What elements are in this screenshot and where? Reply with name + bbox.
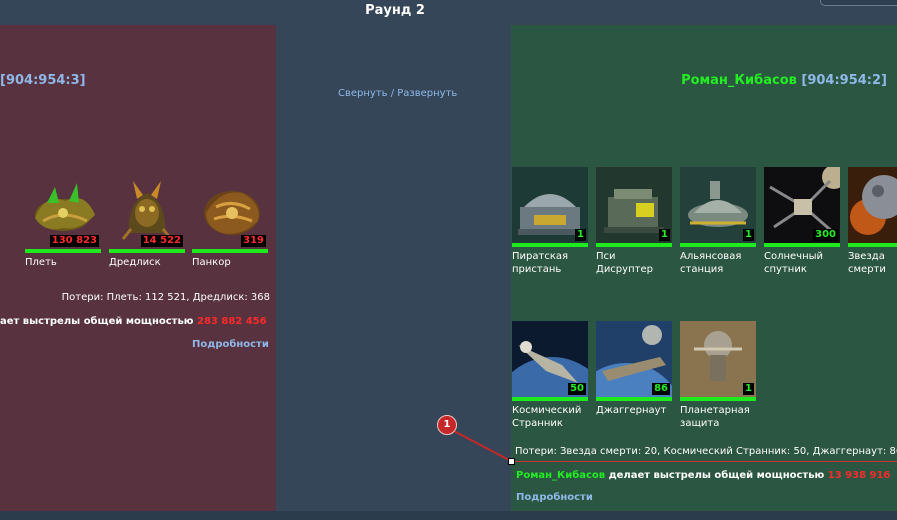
unit-health-bar <box>680 397 756 401</box>
left-unit-plet[interactable]: 130 823 Плеть <box>25 173 101 269</box>
right-player-name[interactable]: Роман_Кибасов <box>681 73 797 88</box>
left-details-link[interactable]: Подробности <box>192 339 269 350</box>
alliance-station-icon: 1 <box>680 167 756 243</box>
unit-count: 319 <box>241 235 266 247</box>
juggernaut-icon: 86 <box>596 321 672 397</box>
bottom-bar <box>0 511 897 520</box>
left-unit-pankor[interactable]: 319 Панкор <box>192 173 268 269</box>
shots-power: 13 938 916 <box>827 470 891 481</box>
unit-health-bar <box>764 243 840 247</box>
planetary-defense-icon: 1 <box>680 321 756 397</box>
shots-text: ает выстрелы общей мощностью <box>0 316 194 327</box>
unit-health-bar <box>512 243 588 247</box>
dredlisk-unit-icon: 14 522 <box>109 173 185 249</box>
plet-unit-icon: 130 823 <box>25 173 101 249</box>
shots-power: 283 882 456 <box>197 316 267 327</box>
unit-health-bar <box>109 249 185 253</box>
solar-satellite-icon: 300 <box>764 167 840 243</box>
death-star-icon <box>848 167 897 243</box>
unit-name: Звезда смерти <box>848 251 886 275</box>
unit-count: 1 <box>743 229 754 241</box>
shots-player[interactable]: Роман_Кибасов <box>516 470 605 481</box>
shots-text: делает выстрелы общей мощностью <box>608 470 825 481</box>
annotation-anchor-dot <box>508 458 515 465</box>
unit-name: Панкор <box>192 257 231 268</box>
unit-name: Джаггернаут <box>596 405 667 416</box>
right-unit-death-star[interactable]: Звезда смерти <box>848 167 897 276</box>
right-unit-solar-satellite[interactable]: 300 Солнечный спутник <box>764 167 840 276</box>
annotation-marker: 1 <box>437 415 457 435</box>
collapse-expand-link[interactable]: Свернуть / Развернуть <box>338 88 457 99</box>
left-losses: Потери: Плеть: 112 521, Дредлиск: 368 <box>61 292 270 303</box>
unit-name: Альянсовая станция <box>680 251 742 275</box>
right-unit-pirate-dock[interactable]: 1 Пиратская пристань <box>512 167 588 276</box>
unit-name: Плеть <box>25 257 57 268</box>
right-unit-alliance-station[interactable]: 1 Альянсовая станция <box>680 167 756 276</box>
unit-count: 1 <box>575 229 586 241</box>
right-unit-psi-disruptor[interactable]: 1 Пси Дисруптер <box>596 167 672 276</box>
unit-health-bar <box>512 397 588 401</box>
right-unit-space-wanderer[interactable]: 50 Космический Странник <box>512 321 588 430</box>
unit-count: 130 823 <box>49 235 99 247</box>
unit-name: Пиратская пристань <box>512 251 569 275</box>
unit-name: Солнечный спутник <box>764 251 824 275</box>
unit-health-bar <box>596 397 672 401</box>
psi-disruptor-icon: 1 <box>596 167 672 243</box>
unit-count: 86 <box>652 383 670 395</box>
left-shots-line: ает выстрелы общей мощностью 283 882 456 <box>0 316 267 327</box>
left-side-panel: [904:954:3] 130 823 Плеть 14 522 Дредлис… <box>0 25 276 511</box>
unit-health-bar <box>680 243 756 247</box>
unit-count: 14 522 <box>140 235 183 247</box>
left-unit-dredlisk[interactable]: 14 522 Дредлиск <box>109 173 185 269</box>
right-shots-line: Роман_Кибасов делает выстрелы общей мощн… <box>516 470 890 481</box>
unit-health-bar <box>192 249 268 253</box>
unit-name: Дредлиск <box>109 257 161 268</box>
unit-health-bar <box>596 243 672 247</box>
unit-health-bar <box>848 243 897 247</box>
unit-count: 300 <box>813 229 838 241</box>
unit-count: 1 <box>659 229 670 241</box>
top-corner-frame <box>820 0 897 6</box>
unit-name: Планетарная защита <box>680 405 750 429</box>
unit-count: 50 <box>568 383 586 395</box>
right-details-link[interactable]: Подробности <box>516 492 593 503</box>
right-side-panel: Роман_Кибасов [904:954:2] 1 Пиратская пр… <box>511 25 897 511</box>
annotation-divider <box>511 461 897 462</box>
right-player-header: Роман_Кибасов [904:954:2] <box>681 73 887 88</box>
right-unit-juggernaut[interactable]: 86 Джаггернаут <box>596 321 672 417</box>
right-unit-planetary-defense[interactable]: 1 Планетарная защита <box>680 321 756 430</box>
right-losses: Потери: Звезда смерти: 20, Космический С… <box>515 446 897 457</box>
space-wanderer-icon: 50 <box>512 321 588 397</box>
pirate-dock-icon: 1 <box>512 167 588 243</box>
unit-name: Пси Дисруптер <box>596 251 653 275</box>
round-title: Раунд 2 <box>365 3 425 18</box>
unit-name: Космический Странник <box>512 405 582 429</box>
pankor-unit-icon: 319 <box>192 173 268 249</box>
unit-health-bar <box>25 249 101 253</box>
left-player-coords: [904:954:3] <box>0 73 86 88</box>
unit-count: 1 <box>743 383 754 395</box>
right-player-coords: [904:954:2] <box>801 73 887 88</box>
